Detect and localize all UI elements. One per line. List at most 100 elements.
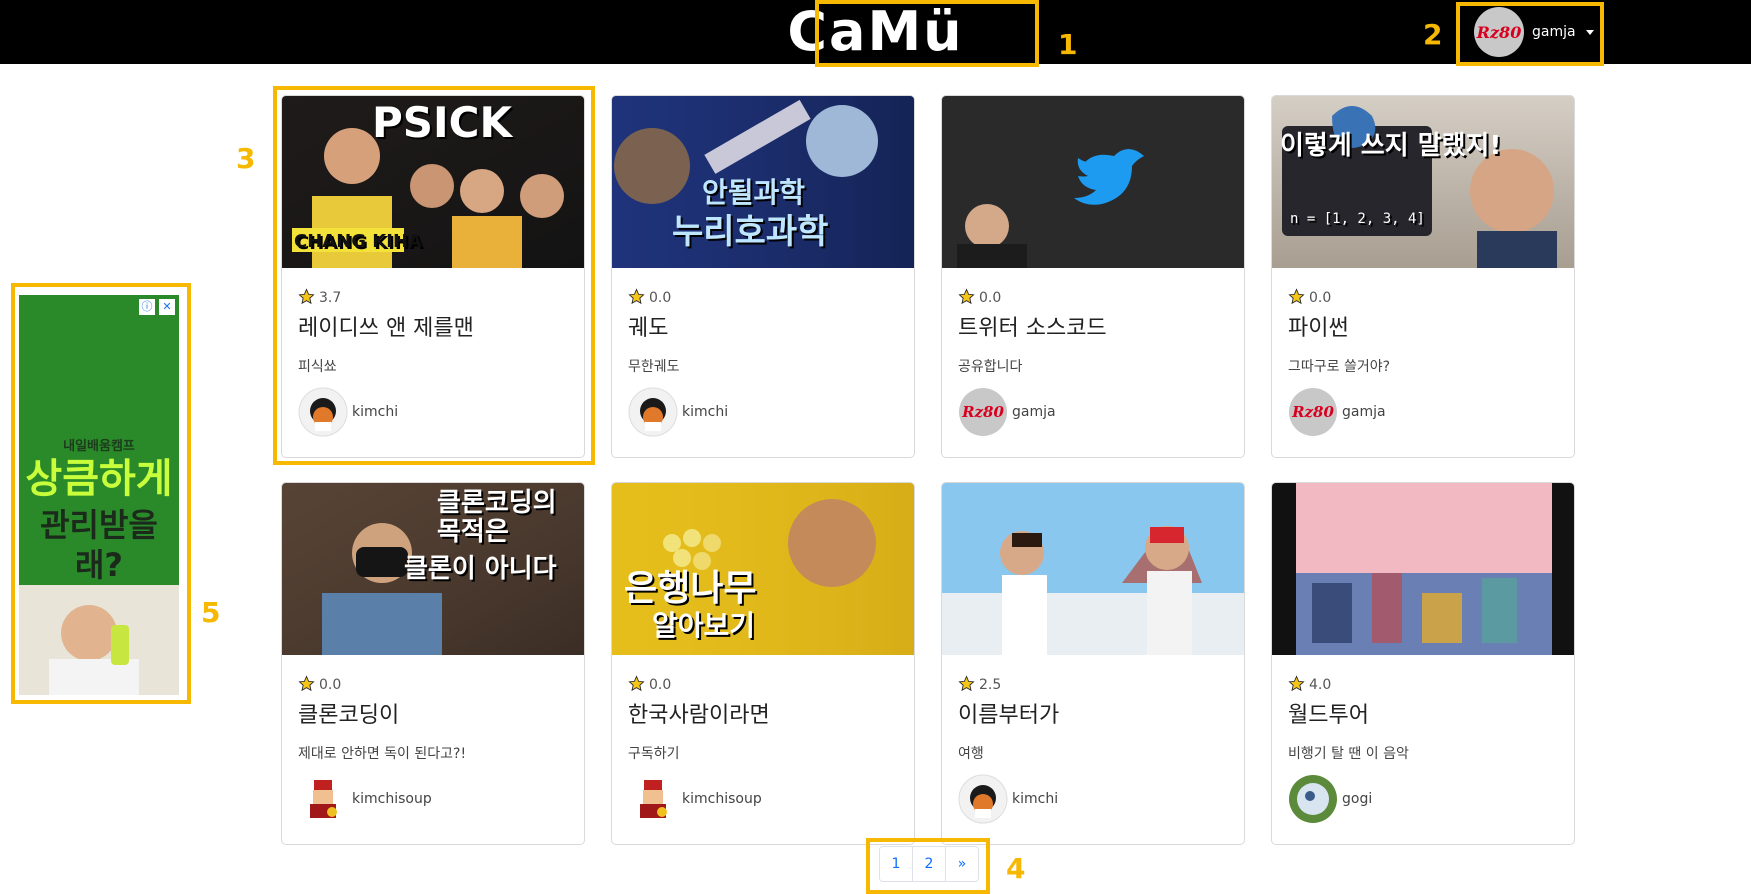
card-thumbnail[interactable]: 클론코딩의 목적은 클론이 아니다 xyxy=(282,483,584,655)
page-link-1[interactable]: 1 xyxy=(880,847,913,881)
author-name: kimchi xyxy=(352,404,399,420)
author-avatar: Rz80 xyxy=(958,387,1008,437)
card-subtitle: 구독하기 xyxy=(628,746,680,762)
page-next[interactable]: » xyxy=(946,847,978,881)
card-thumbnail[interactable]: 이렇게 쓰지 말랬지! n = [1, 2, 3, 4] xyxy=(1272,96,1574,268)
card-subtitle: 공유합니다 xyxy=(958,359,1023,375)
card-author[interactable]: Rz80 gamja xyxy=(1288,386,1558,438)
ad-headline-1: 상큼하게 xyxy=(25,456,173,502)
thumbnail-caption: PSICK xyxy=(372,98,513,147)
rating-value: 0.0 xyxy=(1309,290,1332,306)
card-rating: 0.0 xyxy=(628,287,898,309)
card-thumbnail[interactable]: 안될과학 누리호과학 xyxy=(612,96,914,268)
rating-value: 4.0 xyxy=(1309,677,1332,693)
card-subtitle: 여행 xyxy=(958,746,984,762)
page-link-2[interactable]: 2 xyxy=(913,847,946,881)
pagination: 1 2 » xyxy=(879,846,979,882)
card-author[interactable]: kimchi xyxy=(298,386,568,438)
content-card[interactable]: 클론코딩의 목적은 클론이 아니다 0.0 클론코딩이 제대로 안하면 독이 된다고?!… xyxy=(281,482,585,845)
author-name: gogi xyxy=(1342,791,1373,807)
author-name: kimchisoup xyxy=(682,791,762,807)
card-thumbnail[interactable] xyxy=(942,96,1244,268)
author-avatar xyxy=(628,774,678,824)
author-avatar xyxy=(628,387,678,437)
thumbnail-caption: 누리호과학 xyxy=(672,212,829,252)
card-subtitle: 무한궤도 xyxy=(628,359,680,375)
card-title[interactable]: 한국사람이라면 xyxy=(628,699,898,733)
annotation-number-3: 3 xyxy=(236,142,256,175)
thumbnail-caption: n = [1, 2, 3, 4] xyxy=(1290,211,1425,227)
card-author[interactable]: Rz80 gamja xyxy=(958,386,1228,438)
card-rating: 0.0 xyxy=(298,674,568,695)
card-rating: 0.0 xyxy=(958,287,1228,308)
card-title[interactable]: 트위터 소스코드 xyxy=(958,312,1228,346)
author-avatar xyxy=(298,774,348,824)
svg-text:Rz80: Rz80 xyxy=(961,403,1004,421)
content-card[interactable]: 0.0 트위터 소스코드공유합니다 Rz80 gamja xyxy=(941,95,1245,458)
card-rating: 3.7 xyxy=(298,287,568,309)
thumbnail-caption: 클론이 아니다 xyxy=(404,554,557,584)
user-name: gamja xyxy=(1532,24,1576,40)
card-subtitle: 비행기 탈 땐 이 음악 xyxy=(1288,746,1409,762)
thumbnail-caption: 이렇게 쓰지 말랬지! xyxy=(1280,131,1502,161)
card-title[interactable]: 클론코딩이 xyxy=(298,699,568,733)
rating-value: 0.0 xyxy=(979,290,1002,306)
author-name: gamja xyxy=(1342,404,1386,420)
card-title[interactable]: 궤도 xyxy=(628,312,898,346)
card-thumbnail[interactable] xyxy=(942,483,1244,655)
card-subtitle: 피식쑈 xyxy=(298,359,337,375)
content-card[interactable]: 4.0 월드투어비행기 탈 땐 이 음악 gogi xyxy=(1271,482,1575,845)
card-title[interactable]: 월드투어 xyxy=(1288,699,1558,733)
card-thumbnail[interactable]: 은행나무 알아보기 xyxy=(612,483,914,655)
annotation-number-5: 5 xyxy=(201,596,221,629)
ad-brand: 내일배움캠프 xyxy=(63,439,135,454)
star-icon xyxy=(298,287,319,309)
card-author[interactable]: gogi xyxy=(1288,773,1558,825)
card-thumbnail[interactable] xyxy=(1272,483,1574,655)
author-avatar xyxy=(298,387,348,437)
content-card[interactable]: 안될과학 누리호과학 0.0 궤도무한궤도 kimchi xyxy=(611,95,915,458)
star-icon xyxy=(1288,674,1309,696)
author-name: kimchi xyxy=(682,404,729,420)
star-icon xyxy=(628,287,649,309)
content-card[interactable]: PSICK CHANG KIHA 3.7 레이디쓰 앤 제를맨피식쑈 kimchi xyxy=(281,95,585,458)
rating-value: 0.0 xyxy=(649,677,672,693)
user-avatar-text: Rz80 xyxy=(1476,22,1522,42)
ad-banner[interactable]: ⓘ ✕ 내일배움캠프 상큼하게 관리받을래? xyxy=(19,295,179,695)
user-avatar: Rz80 xyxy=(1474,7,1524,57)
annotation-number-2: 2 xyxy=(1423,18,1443,51)
card-thumbnail[interactable]: PSICK CHANG KIHA xyxy=(282,96,584,268)
card-subtitle: 그따구로 쓸거야? xyxy=(1288,359,1391,375)
author-name: gamja xyxy=(1012,404,1056,420)
author-name: kimchisoup xyxy=(352,791,432,807)
svg-text:Rz80: Rz80 xyxy=(1291,403,1334,421)
card-title[interactable]: 레이디쓰 앤 제를맨 xyxy=(298,312,568,346)
card-rating: 4.0 xyxy=(1288,674,1558,696)
card-title[interactable]: 파이썬 xyxy=(1288,312,1558,346)
ad-person-image xyxy=(19,585,179,695)
ad-close-icon[interactable]: ✕ xyxy=(159,299,175,315)
rating-value: 3.7 xyxy=(319,290,342,306)
ad-info-icon[interactable]: ⓘ xyxy=(139,299,155,315)
author-avatar xyxy=(958,774,1008,824)
thumbnail-caption: 알아보기 xyxy=(652,609,756,642)
ad-headline-2: 관리받을래? xyxy=(40,506,158,584)
card-author[interactable]: kimchisoup xyxy=(298,773,568,825)
user-menu[interactable]: Rz80 gamja xyxy=(1474,7,1594,57)
content-card[interactable]: 은행나무 알아보기 0.0 한국사람이라면구독하기 kimchisoup xyxy=(611,482,915,845)
star-icon xyxy=(628,674,649,696)
thumbnail-caption: 안될과학 xyxy=(702,176,806,209)
card-rating: 0.0 xyxy=(628,674,898,696)
thumbnail-caption: 은행나무 xyxy=(624,568,757,609)
annotation-number-1: 1 xyxy=(1058,28,1078,61)
content-card[interactable]: 이렇게 쓰지 말랬지! n = [1, 2, 3, 4] 0.0 파이썬그따구로 쓸거… xyxy=(1271,95,1575,458)
author-name: kimchi xyxy=(1012,791,1059,807)
card-author[interactable]: kimchisoup xyxy=(628,773,898,825)
content-card[interactable]: 2.5 이름부터가여행 kimchi xyxy=(941,482,1245,845)
rating-value: 2.5 xyxy=(979,677,1002,693)
card-rating: 2.5 xyxy=(958,674,1228,695)
card-author[interactable]: kimchi xyxy=(628,386,898,438)
card-author[interactable]: kimchi xyxy=(958,773,1228,825)
card-title[interactable]: 이름부터가 xyxy=(958,699,1228,733)
rating-value: 0.0 xyxy=(649,290,672,306)
